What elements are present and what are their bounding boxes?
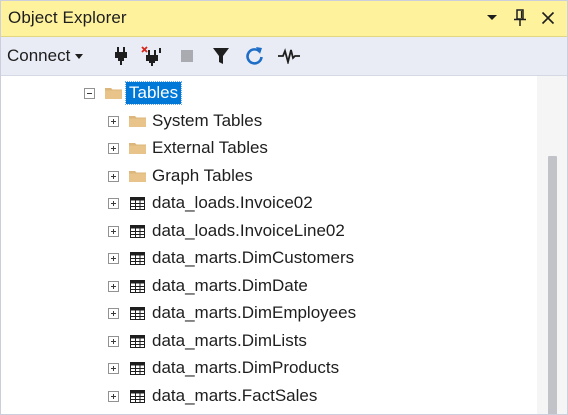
expand-icon[interactable] (108, 197, 119, 209)
table-icon (129, 278, 146, 295)
tree-node[interactable]: External Tables (108, 135, 268, 161)
expand-icon[interactable] (108, 335, 119, 347)
tree-node[interactable]: data_loads.Invoice02 (108, 190, 313, 216)
expand-icon[interactable] (108, 252, 119, 264)
title-bar: Object Explorer (1, 1, 567, 37)
table-icon (129, 333, 146, 350)
stop-icon[interactable] (175, 44, 199, 68)
activity-monitor-icon[interactable] (277, 44, 301, 68)
tree-node-label: External Tables (152, 138, 268, 157)
filter-icon[interactable] (209, 44, 233, 68)
folder-icon (129, 140, 146, 157)
table-icon (129, 223, 146, 240)
tree-node-label: data_marts.DimDate (152, 276, 308, 295)
tree-node[interactable]: data_loads.InvoiceLine02 (108, 218, 345, 244)
connect-plug-icon[interactable] (109, 44, 133, 68)
expand-icon[interactable] (108, 390, 119, 402)
tree-node-label[interactable]: Tables (124, 81, 183, 105)
expand-icon[interactable] (108, 115, 119, 127)
tree-node-label: data_loads.Invoice02 (152, 193, 313, 212)
tree-node[interactable]: data_marts.DimEmployees (108, 300, 356, 326)
folder-icon (129, 113, 146, 130)
tree-node-label: Graph Tables (152, 166, 253, 185)
dropdown-arrow-icon[interactable] (481, 6, 503, 30)
table-icon (129, 195, 146, 212)
tree-node[interactable]: data_marts.DimCustomers (108, 245, 354, 271)
disconnect-plug-icon[interactable] (141, 44, 165, 68)
object-tree: Tables System Tables External Tables Gra… (1, 76, 537, 414)
object-explorer-panel: Object Explorer Connect Tables System Ta… (0, 0, 568, 415)
table-icon (129, 388, 146, 405)
connect-dropdown-icon (74, 45, 84, 67)
folder-icon (129, 168, 146, 185)
expand-icon[interactable] (108, 142, 119, 154)
table-icon (129, 250, 146, 267)
tree-node[interactable]: data_marts.DimDate (108, 273, 308, 299)
connect-label: Connect (7, 46, 71, 65)
connect-button[interactable]: Connect (7, 45, 84, 67)
tree-node[interactable]: Graph Tables (108, 163, 253, 189)
panel-title: Object Explorer (8, 8, 127, 27)
tree-node-label: data_marts.DimLists (152, 331, 307, 350)
tree-node[interactable]: data_marts.FactSales (108, 383, 317, 409)
expand-icon[interactable] (108, 225, 119, 237)
folder-icon (105, 85, 122, 102)
tree-node-label: data_marts.FactSales (152, 386, 318, 405)
expand-icon[interactable] (108, 280, 119, 292)
pin-icon[interactable] (509, 6, 531, 30)
tree-node-label: data_marts.DimCustomers (152, 248, 355, 267)
expand-icon[interactable] (108, 307, 119, 319)
tree-node[interactable]: data_marts.DimLists (108, 328, 307, 354)
table-icon (129, 305, 146, 322)
tree-node-label: data_marts.DimProducts (152, 358, 340, 377)
collapse-icon[interactable] (84, 87, 95, 99)
toolbar: Connect (1, 37, 567, 76)
scrollbar-thumb[interactable] (548, 156, 557, 414)
tree-node-label: System Tables (152, 111, 263, 130)
expand-icon[interactable] (108, 170, 119, 182)
tree-node-tables[interactable]: Tables (84, 80, 183, 106)
expand-icon[interactable] (108, 362, 119, 374)
refresh-icon[interactable] (243, 44, 267, 68)
vertical-scrollbar[interactable] (537, 76, 567, 414)
tree-node-label: data_marts.DimEmployees (152, 303, 357, 322)
tree-node[interactable]: data_marts.DimProducts (108, 355, 339, 381)
table-icon (129, 360, 146, 377)
close-icon[interactable] (537, 6, 559, 30)
title-bar-controls (481, 6, 559, 30)
tree-node-label: data_loads.InvoiceLine02 (152, 221, 345, 240)
tree-node[interactable]: System Tables (108, 108, 262, 134)
